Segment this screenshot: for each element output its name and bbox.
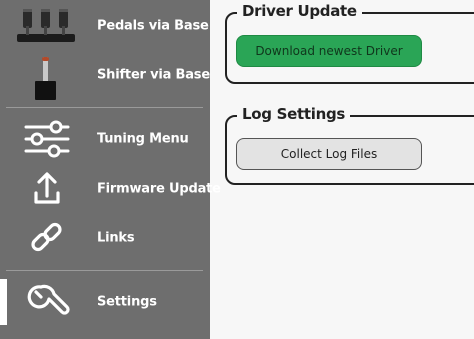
link-icon — [14, 218, 78, 258]
sidebar-item-label: Pedals via Base — [97, 18, 209, 34]
log-settings-group: Log Settings Collect Log Files — [225, 105, 474, 185]
sidebar-item-firmware-update[interactable]: Firmware Update — [0, 166, 221, 212]
sidebar-divider — [6, 107, 203, 108]
driver-update-title: Driver Update — [237, 2, 362, 20]
driver-update-group: Driver Update Download newest Driver — [225, 2, 474, 84]
log-settings-title: Log Settings — [237, 105, 351, 123]
sliders-icon — [14, 119, 78, 159]
sidebar-item-pedals-via-base[interactable]: Pedals via Base — [0, 3, 210, 49]
sidebar-item-tuning-menu[interactable]: Tuning Menu — [0, 116, 210, 162]
sidebar-item-label: Firmware Update — [97, 181, 221, 197]
pedals-icon — [14, 6, 78, 46]
download-driver-button[interactable]: Download newest Driver — [236, 35, 422, 67]
sidebar-item-settings[interactable]: Settings — [0, 279, 210, 325]
sidebar-item-label: Settings — [97, 294, 157, 310]
collect-log-files-button[interactable]: Collect Log Files — [236, 138, 422, 170]
sidebar-divider — [6, 270, 203, 271]
sidebar-item-label: Tuning Menu — [97, 131, 189, 147]
sidebar-item-label: Links — [97, 230, 135, 246]
wrench-icon — [14, 282, 78, 322]
upload-icon — [14, 169, 78, 209]
shifter-icon — [14, 55, 78, 100]
sidebar-item-shifter-via-base[interactable]: Shifter via Base — [0, 52, 210, 100]
sidebar-item-links[interactable]: Links — [0, 215, 210, 261]
sidebar-item-label: Shifter via Base — [97, 67, 210, 83]
sidebar: Pedals via Base Shifter via Base Tuning … — [0, 0, 221, 339]
